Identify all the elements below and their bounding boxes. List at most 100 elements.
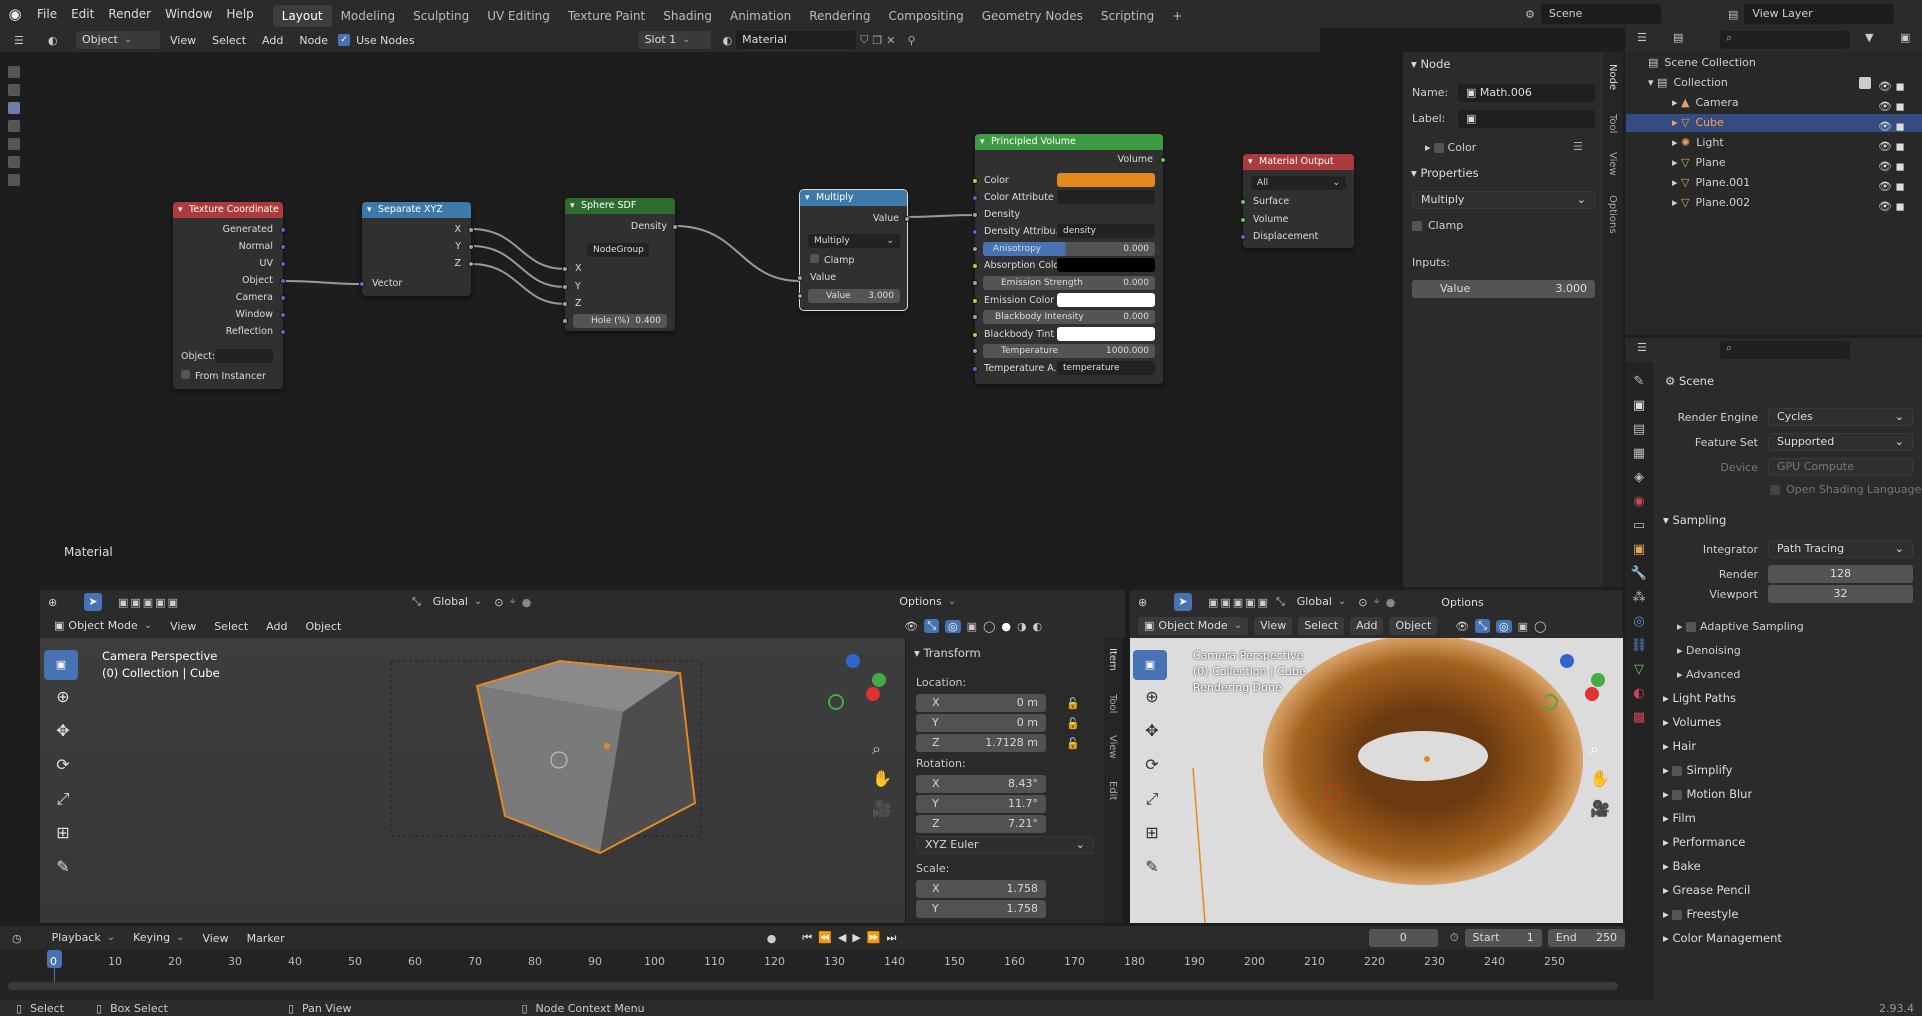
socket[interactable] xyxy=(972,314,978,320)
socket[interactable] xyxy=(972,195,978,201)
eye-icon[interactable]: 👁 ◼ xyxy=(1878,177,1905,197)
tab-tool[interactable]: Tool xyxy=(1107,694,1118,713)
collection-tab-icon[interactable]: ▭ xyxy=(1625,514,1653,538)
socket[interactable] xyxy=(904,216,910,222)
socket[interactable] xyxy=(468,227,474,233)
nav-gizmo[interactable] xyxy=(826,650,886,727)
socket[interactable] xyxy=(1240,199,1246,205)
lock-icon[interactable]: 🔓 xyxy=(1066,714,1080,734)
hair-section[interactable]: ▸ Hair xyxy=(1663,739,1696,753)
socket[interactable] xyxy=(562,266,568,272)
world-tab-icon[interactable]: ◉ xyxy=(1625,490,1653,514)
outliner-search-input[interactable]: ⌕ xyxy=(1720,31,1850,49)
stopwatch-icon[interactable]: ⏱ xyxy=(1450,931,1459,945)
socket[interactable] xyxy=(280,329,286,335)
rotation-mode-dropdown[interactable]: XYZ Euler ⌄ xyxy=(916,836,1094,854)
new-collection-icon[interactable]: ▣ xyxy=(1900,31,1910,44)
data-tab-icon[interactable]: ▽ xyxy=(1625,658,1653,682)
eye-icon[interactable]: 👁 ◼ xyxy=(1878,117,1905,137)
blackbody-tint-swatch[interactable] xyxy=(1057,327,1155,341)
socket[interactable] xyxy=(280,278,286,284)
socket[interactable] xyxy=(672,224,678,230)
socket[interactable] xyxy=(972,332,978,338)
menu-add[interactable]: Add xyxy=(260,620,293,633)
socket[interactable] xyxy=(972,212,978,218)
temperature-field[interactable]: Temperature 1000.000 xyxy=(983,344,1155,358)
hole-field[interactable]: Hole (%) 0.400 xyxy=(573,314,667,328)
menu-view[interactable]: View xyxy=(1254,617,1293,635)
eye-icon[interactable]: 👁 ◼ xyxy=(1878,137,1905,157)
socket[interactable] xyxy=(1160,157,1166,163)
node-section-header[interactable]: ▾ Node xyxy=(1411,57,1450,71)
zoom-icon[interactable]: ⌕ xyxy=(1590,734,1610,764)
scale-x-field[interactable]: X 1.758 xyxy=(916,880,1046,898)
editor-type-icon[interactable]: ⊕ xyxy=(1138,596,1168,609)
cursor-tool[interactable]: ⊕ xyxy=(44,680,82,714)
shading-solid-icon[interactable]: ● xyxy=(1001,620,1011,633)
socket[interactable] xyxy=(1240,217,1246,223)
outliner-item-plane-002[interactable]: ▸ ▽ Plane.002 xyxy=(1672,195,1912,211)
menu-view[interactable]: View xyxy=(196,932,234,945)
record-icon[interactable]: ● xyxy=(767,932,777,945)
view-layer-tab-icon[interactable]: ▦ xyxy=(1625,442,1653,466)
display-mode-icon[interactable]: ▤ xyxy=(1673,31,1683,44)
advanced-subpanel[interactable]: ▸ Advanced xyxy=(1677,668,1740,681)
node-value-field[interactable]: Value 3.000 xyxy=(1412,280,1595,298)
nodegroup-field[interactable]: NodeGroup xyxy=(587,243,649,257)
properties-search-input[interactable]: ⌕ xyxy=(1720,341,1850,359)
eye-icon[interactable]: 👁 ◼ xyxy=(1878,197,1905,217)
socket[interactable] xyxy=(562,318,568,324)
node-texture-coordinate[interactable]: Texture Coordinate Generated Normal UV O… xyxy=(173,202,286,389)
rotate-tool[interactable]: ⟳ xyxy=(44,748,82,782)
simplify-section[interactable]: ▸ Simplify xyxy=(1663,763,1732,777)
node-material-output[interactable]: Material Output All⌄ Surface Volume Disp… xyxy=(1240,154,1354,248)
gizmo-icon[interactable]: ⤡ xyxy=(1475,619,1491,633)
overlay-icon[interactable]: ◎ xyxy=(945,619,961,633)
rotation-x-field[interactable]: X 8.43° xyxy=(916,775,1046,793)
node-separate-xyz[interactable]: Separate XYZ X Y Z Vector xyxy=(359,202,474,296)
socket[interactable] xyxy=(972,348,978,354)
adaptive-sampling-subpanel[interactable]: ▸ Adaptive Sampling xyxy=(1677,620,1804,633)
shading-wire-icon[interactable]: ◯ xyxy=(1534,620,1546,633)
transform-tool[interactable]: ⊞ xyxy=(44,816,82,850)
from-instancer-row[interactable]: From Instancer xyxy=(181,370,266,382)
socket[interactable] xyxy=(1240,234,1246,240)
scene-selector[interactable]: ⚙ Scene xyxy=(1525,3,1661,25)
socket[interactable] xyxy=(972,298,978,304)
density-attr-field[interactable]: density xyxy=(1057,224,1155,238)
tab-tool[interactable]: Tool xyxy=(1607,114,1618,133)
physics-tab-icon[interactable]: ◎ xyxy=(1625,610,1653,634)
location-z-field[interactable]: Z 1.7128 m xyxy=(916,734,1046,752)
outliner-scene-collection[interactable]: ▤ Scene Collection xyxy=(1648,55,1888,71)
math-op-dropdown[interactable]: Multiply ⌄ xyxy=(808,234,900,248)
object-field[interactable] xyxy=(215,349,273,363)
end-frame-field[interactable]: End 250 xyxy=(1547,929,1625,947)
socket[interactable] xyxy=(972,246,978,252)
visibility-icon[interactable]: 👁 xyxy=(1455,620,1469,633)
emission-color-swatch[interactable] xyxy=(1057,293,1155,307)
render-samples-field[interactable]: 128 xyxy=(1768,565,1913,583)
node-multiply[interactable]: Multiply Value Multiply⌄ Clamp Value Val… xyxy=(797,189,910,311)
pan-hand-icon[interactable]: ✋ xyxy=(1590,764,1610,794)
socket[interactable] xyxy=(972,263,978,269)
socket[interactable] xyxy=(280,295,286,301)
socket[interactable] xyxy=(468,244,474,250)
select-mode-icons[interactable]: ▣▣▣▣▣ xyxy=(1208,596,1270,609)
playback-menu[interactable]: Playback xyxy=(46,929,121,947)
mode-dropdown[interactable]: ▣ Object Mode xyxy=(48,617,158,635)
move-tool[interactable]: ✥ xyxy=(44,714,82,748)
texture-tab-icon[interactable]: ▩ xyxy=(1625,706,1653,730)
location-y-field[interactable]: Y0 m xyxy=(916,714,1046,732)
color-attribute-field[interactable] xyxy=(1057,190,1155,204)
socket[interactable] xyxy=(280,227,286,233)
options-dropdown[interactable]: Options xyxy=(1435,596,1489,609)
material-tab-icon[interactable]: ◐ xyxy=(1625,682,1653,706)
outliner-item-light[interactable]: ▸ ✺ Light xyxy=(1672,135,1912,151)
select-tool-icon[interactable]: ➤ xyxy=(84,593,102,611)
filter-icon[interactable]: ▼ xyxy=(1865,31,1873,44)
color-subpanel[interactable]: ▸ Color xyxy=(1425,141,1476,154)
outliner-item-camera[interactable]: ▸ ▲ Camera xyxy=(1672,95,1912,111)
keying-menu[interactable]: Keying xyxy=(127,929,190,947)
mode-dropdown[interactable]: ▣ Object Mode xyxy=(1138,617,1249,635)
playback-controls[interactable]: ⏮⏪◀▶⏩⏭ xyxy=(802,931,902,945)
